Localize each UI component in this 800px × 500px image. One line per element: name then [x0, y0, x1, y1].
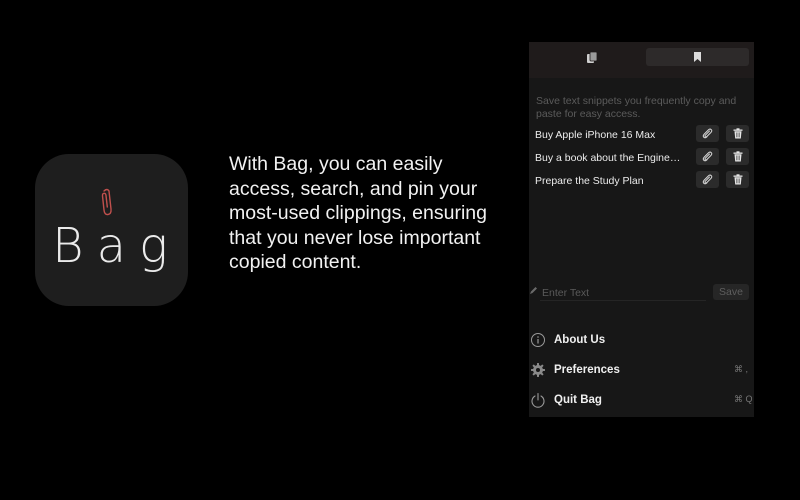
pin-button[interactable] [696, 171, 719, 188]
snippet-list: Buy Apple iPhone 16 Max Buy a book about… [529, 124, 754, 193]
paperclip-icon [101, 188, 112, 216]
pin-button[interactable] [696, 125, 719, 142]
new-snippet-row: Save [529, 284, 754, 304]
bag-popover: Save text snippets you frequently copy a… [529, 42, 754, 417]
menu-item-label: Preferences [554, 364, 620, 376]
bookmark-icon [694, 52, 701, 62]
save-button[interactable]: Save [713, 284, 749, 300]
list-item[interactable]: Buy Apple iPhone 16 Max [529, 124, 754, 147]
tab-saved-snippets[interactable] [646, 48, 749, 66]
trash-icon [733, 128, 742, 139]
delete-button[interactable] [726, 171, 749, 188]
paperclip-icon [702, 174, 713, 185]
power-icon [531, 392, 545, 408]
snippet-text[interactable]: Prepare the Study Plan [535, 174, 685, 188]
snippet-input[interactable] [540, 285, 706, 301]
paperclip-icon [702, 128, 713, 139]
menu-item-label: About Us [554, 334, 606, 346]
menu-item-about[interactable]: About Us [529, 326, 754, 356]
menu-item-preferences[interactable]: Preferences ⌘ , [529, 356, 754, 386]
app-icon: Bag [35, 154, 188, 306]
menu-shortcut: ⌘ Q [734, 394, 753, 404]
app-menu: About Us Preferences ⌘ , Quit Bag ⌘ Q [529, 326, 754, 416]
pin-button[interactable] [696, 148, 719, 165]
gear-icon [531, 363, 545, 377]
list-item[interactable]: Buy a book about the Engineering [529, 147, 754, 170]
snippet-text[interactable]: Buy Apple iPhone 16 Max [535, 128, 685, 142]
trash-icon [733, 151, 742, 162]
menu-shortcut: ⌘ , [734, 364, 749, 374]
tagline: With Bag, you can easily access, search,… [229, 153, 487, 273]
hint-text: Save text snippets you frequently copy a… [536, 95, 737, 120]
clipboard-icon [587, 51, 598, 63]
tab-clipboard[interactable] [536, 48, 648, 66]
menu-item-label: Quit Bag [554, 394, 602, 406]
menu-item-quit[interactable]: Quit Bag ⌘ Q [529, 386, 754, 416]
trash-icon [733, 174, 742, 185]
pencil-icon [530, 287, 537, 294]
snippet-text[interactable]: Buy a book about the Engineering [535, 151, 685, 165]
list-item[interactable]: Prepare the Study Plan [529, 170, 754, 193]
tab-bar [529, 42, 754, 78]
app-logo-text: Bag [52, 218, 181, 274]
info-icon [531, 333, 545, 347]
delete-button[interactable] [726, 125, 749, 142]
paperclip-icon [702, 151, 713, 162]
delete-button[interactable] [726, 148, 749, 165]
